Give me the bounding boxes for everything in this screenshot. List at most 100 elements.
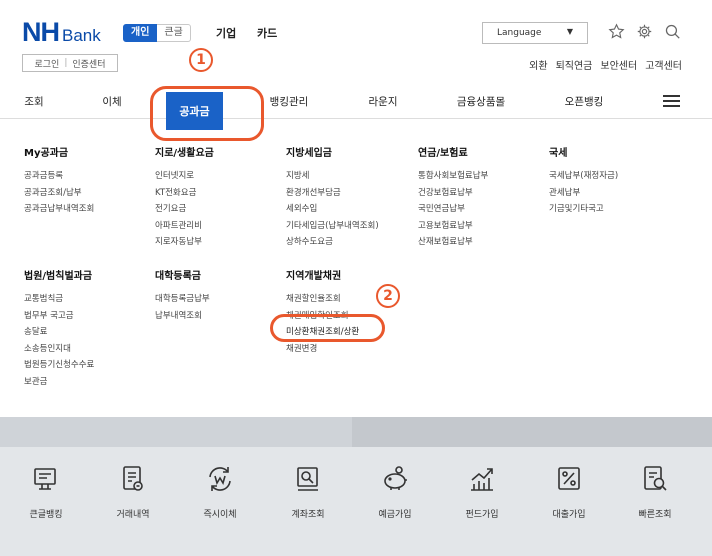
menu-col-court: 법원/범칙벌과금 교통범칙금 법무부 국고금 송달료 소송등인지대 법원등기신청… (24, 267, 94, 390)
gnb-item-lounge[interactable]: 라운지 (369, 94, 398, 109)
mode-personal-button[interactable]: 개인 (123, 24, 158, 42)
quick-deposit-signup[interactable]: 예금가입 (353, 463, 437, 520)
menu-item[interactable]: 기타세입금(납부내역조회) (286, 218, 379, 235)
menu-item[interactable]: 기금및기타국고 (549, 201, 618, 218)
menu-item[interactable]: 교통범칙금 (24, 291, 94, 308)
quick-large-text-banking[interactable]: 큰글뱅킹 (4, 463, 88, 520)
menu-col-title[interactable]: My공과금 (24, 144, 94, 159)
chevron-down-icon: ▼ (566, 27, 573, 36)
menu-col-my-bills: My공과금 공과금등록 공과금조회/납부 공과금납부내역조회 (24, 144, 94, 218)
util-link-pension[interactable]: 퇴직연금 (556, 57, 593, 72)
utility-links: 외환 퇴직연금 보안센터 고객센터 (529, 57, 682, 72)
login-bar: 로그인 | 인증센터 (22, 54, 118, 72)
menu-col-title[interactable]: 법원/범칙벌과금 (24, 267, 94, 282)
menu-item[interactable]: 고용보험료납부 (418, 218, 488, 235)
menu-item[interactable]: 대학등록금납부 (155, 291, 210, 308)
menu-item[interactable]: 소송등인지대 (24, 341, 94, 358)
menu-item[interactable]: 아파트관리비 (155, 218, 214, 235)
menu-item[interactable]: 공과금납부내역조회 (24, 201, 94, 218)
quick-label: 즉시이체 (203, 510, 237, 520)
menu-item[interactable]: 전기요금 (155, 201, 214, 218)
menu-item[interactable]: KT전화요금 (155, 185, 214, 202)
menu-item[interactable]: 공과금조회/납부 (24, 185, 94, 202)
menu-item[interactable]: 환경개선부담금 (286, 185, 379, 202)
menu-col-tuition: 대학등록금 대학등록금납부 납부내역조회 (155, 267, 210, 324)
menu-item[interactable]: 채권변경 (286, 341, 359, 358)
gnb-item-open-banking[interactable]: 오픈뱅킹 (565, 94, 604, 109)
menu-item[interactable]: 납부내역조회 (155, 308, 210, 325)
top-link-card[interactable]: 카드 (257, 25, 277, 41)
menu-item[interactable]: 지방세 (286, 168, 379, 185)
quick-loan-signup[interactable]: 대출가입 (527, 463, 611, 520)
quick-transaction-history[interactable]: 거래내역 (91, 463, 175, 520)
menu-item[interactable]: 국세납부(재정자금) (549, 168, 618, 185)
menu-col-title[interactable]: 지로/생활요금 (155, 144, 214, 159)
util-link-customer[interactable]: 고객센터 (645, 57, 682, 72)
menu-col-title[interactable]: 대학등록금 (155, 267, 210, 282)
transaction-history-icon (123, 466, 143, 491)
step-2-badge: 2 (376, 284, 400, 308)
menu-col-title[interactable]: 지방세입금 (286, 144, 379, 159)
loan-percent-icon (558, 467, 580, 490)
top-link-corporate[interactable]: 기업 (216, 25, 236, 41)
quick-instant-transfer[interactable]: 즉시이체 (178, 463, 262, 520)
nh-bank-logo[interactable]: NH Bank (22, 19, 101, 46)
header-top: NH Bank 개인 큰글 기업 카드 로그인 | 인증센터 Language … (0, 0, 712, 82)
quick-label: 대출가입 (552, 510, 586, 520)
mode-toggle: 개인 큰글 (123, 24, 191, 42)
menu-col-national-tax: 국세 국세납부(재정자금) 관세납부 기금및기타국고 (549, 144, 618, 218)
menu-col-giro: 지로/생활요금 인터넷지로 KT전화요금 전기요금 아파트관리비 지로자동납부 (155, 144, 214, 251)
menu-item[interactable]: 송달료 (24, 324, 94, 341)
search-icon[interactable] (662, 21, 682, 41)
menu-item[interactable]: 상하수도요금 (286, 234, 379, 251)
hamburger-menu-icon[interactable] (663, 95, 680, 107)
util-link-security[interactable]: 보안센터 (600, 57, 637, 72)
menu-item[interactable]: 관세납부 (549, 185, 618, 202)
menu-item[interactable]: 채권할인율조회 (286, 291, 359, 308)
menu-col-title[interactable]: 지역개발채권 (286, 267, 359, 282)
fund-chart-icon (471, 468, 493, 491)
menu-item[interactable]: 국민연금납부 (418, 201, 488, 218)
menu-col-regional-bond: 지역개발채권 채권할인율조회 채권매입확인조회 미상환채권조회/상환 채권변경 (286, 267, 359, 357)
menu-col-pension: 연금/보험료 통합사회보험료납부 건강보험료납부 국민연금납부 고용보험료납부 … (418, 144, 488, 251)
menu-col-local-tax: 지방세입금 지방세 환경개선부담금 세외수입 기타세입금(납부내역조회) 상하수… (286, 144, 379, 251)
menu-item[interactable]: 건강보험료납부 (418, 185, 488, 202)
large-text-banking-icon (34, 468, 56, 490)
util-link-fx[interactable]: 외환 (529, 57, 547, 72)
login-link[interactable]: 로그인 (34, 57, 59, 70)
quick-label: 펀드가입 (465, 510, 499, 520)
menu-item[interactable]: 보관금 (24, 374, 94, 391)
menu-item[interactable]: 세외수입 (286, 201, 379, 218)
menu-item[interactable]: 지로자동납부 (155, 234, 214, 251)
page-background: 큰글뱅킹 거래내역 즉시이체 계좌조회 예금가입 펀드가입 대출가입 빠른조회 (0, 417, 712, 556)
gnb-item-inquiry[interactable]: 조회 (24, 94, 43, 109)
quick-label: 계좌조회 (291, 510, 325, 520)
language-select[interactable]: Language ▼ (482, 22, 588, 44)
instant-transfer-icon (209, 467, 231, 491)
quick-account-inquiry[interactable]: 계좌조회 (266, 463, 350, 520)
quick-label: 큰글뱅킹 (29, 510, 63, 520)
menu-item[interactable]: 산재보험료납부 (418, 234, 488, 251)
quick-fast-inquiry[interactable]: 빠른조회 (613, 463, 697, 520)
quick-fund-signup[interactable]: 펀드가입 (440, 463, 524, 520)
mega-menu: My공과금 공과금등록 공과금조회/납부 공과금납부내역조회 지로/생활요금 인… (0, 120, 712, 417)
language-label: Language (497, 28, 542, 38)
quick-menu: 큰글뱅킹 거래내역 즉시이체 계좌조회 예금가입 펀드가입 대출가입 빠른조회 (0, 447, 712, 556)
main-navigation: 조회 이체 뱅킹관리 라운지 금융상품몰 오픈뱅킹 (0, 82, 712, 119)
menu-item[interactable]: 법원등기신청수수료 (24, 357, 94, 374)
menu-item[interactable]: 인터넷지로 (155, 168, 214, 185)
gnb-item-product-mall[interactable]: 금융상품몰 (457, 94, 505, 109)
gnb-item-transfer[interactable]: 이체 (102, 94, 121, 109)
account-inquiry-icon (297, 467, 318, 491)
star-icon[interactable] (606, 21, 626, 41)
mode-large-text-button[interactable]: 큰글 (157, 24, 191, 42)
gnb-item-banking-mgmt[interactable]: 뱅킹관리 (270, 94, 309, 109)
gear-icon[interactable] (634, 21, 654, 41)
cert-center-link[interactable]: 인증센터 (72, 57, 105, 70)
menu-col-title[interactable]: 국세 (549, 144, 618, 159)
menu-item[interactable]: 공과금등록 (24, 168, 94, 185)
step-1-badge: 1 (189, 48, 213, 72)
menu-col-title[interactable]: 연금/보험료 (418, 144, 488, 159)
menu-item[interactable]: 법무부 국고금 (24, 308, 94, 325)
menu-item[interactable]: 통합사회보험료납부 (418, 168, 488, 185)
